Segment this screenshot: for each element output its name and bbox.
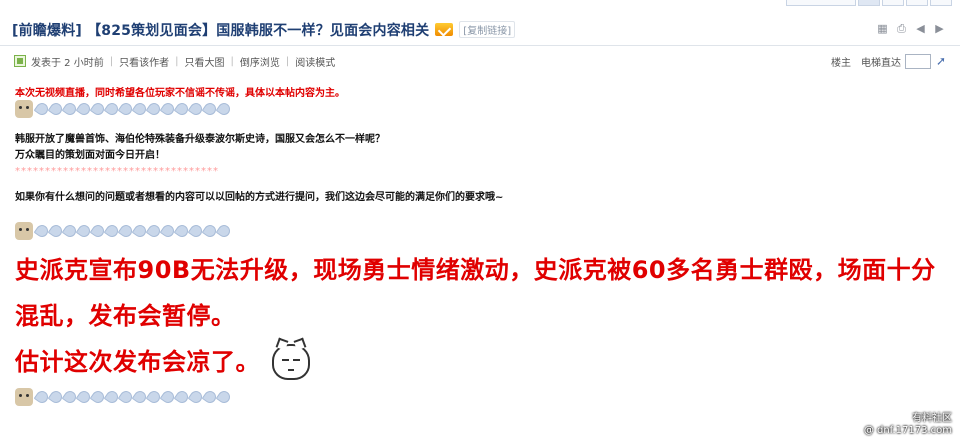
emoji-row: [15, 387, 950, 407]
cat-mouth: [288, 368, 294, 371]
headline-line: 史派克宣布90B无法升级，现场勇士情绪激动，史派克被60多名勇士群殴，场面十分: [15, 256, 936, 284]
cat-ear: [275, 337, 289, 351]
separator: |: [230, 55, 234, 67]
cat-eye: [293, 359, 300, 361]
author-only-link[interactable]: 只看该作者: [119, 54, 169, 69]
fish-emoji-icon: [215, 388, 233, 406]
page-tab[interactable]: [882, 0, 904, 6]
watermark-line: 有料社区: [912, 413, 952, 424]
headline-line: 混乱，发布会暂停。: [15, 302, 236, 330]
cat-emoji-icon: [15, 222, 33, 240]
cat-emoji-icon: [15, 100, 33, 118]
next-icon[interactable]: ▶: [933, 23, 946, 35]
floor-owner-label: 楼主: [831, 57, 851, 69]
fish-emoji-icon: [215, 222, 233, 240]
floor-jump-input[interactable]: [905, 53, 931, 69]
big-image-link[interactable]: 只看大图: [184, 54, 224, 69]
separator: |: [175, 55, 179, 67]
prev-icon[interactable]: ◀: [914, 23, 927, 35]
post-notice: 本次无视频直播，同时希望各位玩家不信谣不传谣，具体以本帖内容为主。: [15, 88, 345, 99]
emoji-row: [15, 221, 950, 241]
print-icon[interactable]: ⎙: [895, 23, 908, 35]
jump-label: 电梯直达: [861, 57, 901, 69]
post-meta-bar: 发表于 2 小时前 | 只看该作者 | 只看大图 | 倒序浏览 | 阅读模式 楼…: [0, 52, 960, 70]
online-status-icon: [14, 55, 26, 67]
hot-badge-icon: [435, 23, 454, 36]
thread-title-bar: [前瞻爆料] 【825策划见面会】国服韩服不一样？见面会内容相关 [复制链接] …: [0, 14, 960, 46]
page-tab[interactable]: [858, 0, 880, 6]
paragraph-line: 韩服开放了魔兽首饰、海伯伦特殊装备升级泰波尔斯史诗，国服又会怎么不一样呢？: [15, 134, 385, 145]
jump-icon[interactable]: ➚: [936, 55, 948, 67]
watermark-line: @ dnf.17173.com: [863, 425, 952, 436]
reverse-order-link[interactable]: 倒序浏览: [240, 54, 280, 69]
title-tools: ▦ ⎙ ◀ ▶: [876, 23, 946, 35]
emoji-row: [15, 99, 950, 119]
star-divider: **********************************: [15, 166, 219, 177]
copy-link-button[interactable]: [复制链接]: [459, 21, 516, 38]
page-tab[interactable]: [906, 0, 928, 6]
separator: |: [109, 55, 114, 67]
page-tab[interactable]: [786, 0, 856, 6]
read-mode-link[interactable]: 阅读模式: [295, 54, 335, 69]
thread-title: [前瞻爆料] 【825策划见面会】国服韩服不一样？见面会内容相关: [12, 22, 430, 39]
page-tab[interactable]: [930, 0, 952, 6]
separator: |: [285, 55, 290, 67]
cat-eye: [282, 359, 289, 361]
headline-line-with-emoji: 估计这次发布会凉了。: [15, 337, 950, 385]
fish-emoji-icon: [215, 100, 233, 118]
paragraph-line: 如果你有什么想问的问题或者想看的内容可以以回帖的方式进行提问，我们这边会尽可能的…: [15, 192, 504, 203]
headline-text: 估计这次发布会凉了。: [15, 348, 260, 376]
paragraph-line: 万众瞩目的策划面对面今日开启！: [15, 150, 165, 161]
top-strip: [0, 0, 960, 12]
page-tabs: [786, 0, 952, 6]
floor-tools: 楼主 电梯直达 ➚: [831, 52, 948, 70]
post-time: 发表于 2 小时前: [31, 57, 104, 69]
cat-ear: [293, 337, 307, 351]
watermark: 有料社区 @ dnf.17173.com: [864, 413, 952, 437]
post-content: 本次无视频直播，同时希望各位玩家不信谣不传谣，具体以本帖内容为主。 韩服开放了魔…: [15, 84, 950, 407]
grumpy-cat-icon: [272, 337, 310, 380]
qr-icon[interactable]: ▦: [876, 23, 889, 35]
cat-emoji-icon: [15, 388, 33, 406]
